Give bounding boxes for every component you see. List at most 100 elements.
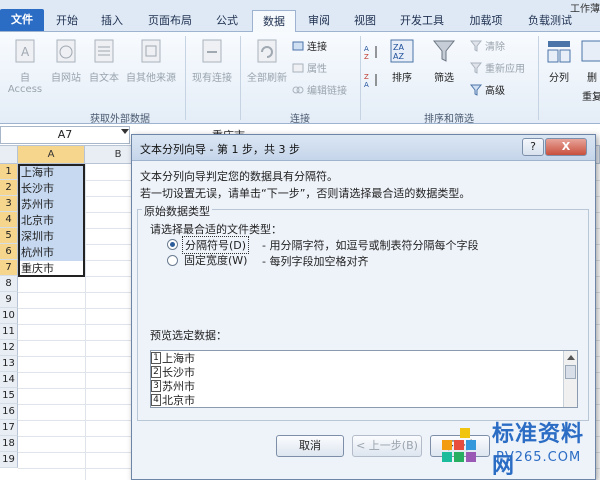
row-header[interactable]: 6	[0, 244, 18, 260]
help-button[interactable]: ?	[522, 138, 544, 156]
tab-home[interactable]: 开始	[52, 10, 82, 32]
advanced-filter-button[interactable]: 高级	[470, 84, 505, 100]
access-icon: A	[15, 39, 35, 63]
row-header[interactable]: 18	[0, 436, 18, 452]
delimited-radio[interactable]	[167, 239, 178, 250]
row-header[interactable]: 3	[0, 196, 18, 212]
cancel-button[interactable]: 取消	[276, 435, 344, 457]
group-separator	[240, 36, 241, 120]
row-header[interactable]: 1	[0, 164, 18, 180]
site-watermark: 标准资料网 PV265.COM	[440, 410, 600, 480]
web-icon	[56, 39, 76, 63]
tab-formulas[interactable]: 公式	[212, 10, 242, 32]
row-header[interactable]: 15	[0, 388, 18, 404]
row-header[interactable]: 14	[0, 372, 18, 388]
preview-row-text: 上海市	[162, 352, 195, 365]
connections-button[interactable]: 连接	[292, 40, 327, 56]
wizard-intro-line: 文本分列向导判定您的数据具有分隔符。	[140, 170, 338, 183]
close-button[interactable]: X	[545, 138, 587, 156]
back-button[interactable]: < 上一步(B)	[352, 435, 422, 457]
tab-developer[interactable]: 开发工具	[396, 10, 448, 32]
row-header[interactable]: 13	[0, 356, 18, 372]
preview-row: 4 北京市	[151, 394, 195, 407]
edit-links-icon	[292, 86, 304, 94]
row-header[interactable]: 17	[0, 420, 18, 436]
row-header[interactable]: 10	[0, 308, 18, 324]
fixed-width-radio[interactable]	[167, 255, 178, 266]
remove-duplicates-icon	[581, 40, 600, 62]
group-separator	[538, 36, 539, 120]
row-header[interactable]: 12	[0, 340, 18, 356]
row-header[interactable]: 19	[0, 452, 18, 468]
preview-row-text: 长沙市	[162, 366, 195, 379]
watermark-url: PV265.COM	[496, 450, 582, 465]
clear-filter-button[interactable]: 清除	[470, 40, 505, 56]
properties-button[interactable]: 属性	[292, 62, 327, 78]
text-to-columns-button[interactable]: 分列	[541, 38, 577, 84]
preview-scrollbar[interactable]	[563, 351, 577, 407]
row-header[interactable]: 7	[0, 260, 18, 276]
select-all-corner[interactable]	[0, 146, 18, 164]
from-access-button[interactable]: A 自 Access	[4, 38, 46, 95]
filter-button[interactable]: 筛选	[426, 38, 462, 84]
connections-icon	[292, 41, 304, 51]
sort-button[interactable]: ZA AZ 排序	[386, 38, 418, 84]
row-header[interactable]: 11	[0, 324, 18, 340]
row-header[interactable]: 9	[0, 292, 18, 308]
tab-data[interactable]: 数据	[252, 10, 296, 33]
fixed-width-label[interactable]: 固定宽度(W)	[184, 252, 247, 268]
text-file-icon	[94, 39, 114, 63]
preview-label: 预览选定数据：	[150, 329, 227, 342]
chevron-down-icon[interactable]	[121, 129, 129, 134]
from-text-button[interactable]: 自文本	[86, 38, 122, 84]
tab-review[interactable]: 审阅	[304, 10, 334, 32]
svg-text:A: A	[21, 45, 30, 59]
watermark-text: 标准资料网	[492, 421, 585, 479]
name-box[interactable]: A7	[0, 126, 130, 144]
tab-page-layout[interactable]: 页面布局	[144, 10, 196, 32]
row-header[interactable]: 5	[0, 228, 18, 244]
sort-descending-button[interactable]: ZA	[364, 72, 383, 88]
preview-row-text: 北京市	[162, 394, 195, 407]
edit-links-button[interactable]: 编辑链接	[292, 84, 347, 100]
cell-a6[interactable]: 杭州市	[19, 245, 84, 261]
from-other-sources-button[interactable]: 自其他来源	[122, 38, 180, 84]
row-header[interactable]: 16	[0, 404, 18, 420]
existing-connections-icon	[202, 39, 222, 63]
other-sources-icon	[141, 39, 161, 63]
row-header[interactable]: 2	[0, 180, 18, 196]
cell-a1[interactable]: 上海市	[19, 165, 84, 181]
scroll-thumb[interactable]	[565, 365, 576, 379]
remove-duplicates-button[interactable]: 删	[580, 38, 600, 84]
preview-row-number: 1	[151, 352, 161, 364]
tab-view[interactable]: 视图	[350, 10, 380, 32]
svg-text:A: A	[364, 45, 369, 53]
sort-ascending-button[interactable]: AZ	[364, 44, 383, 60]
tab-addins[interactable]: 加载项	[464, 10, 508, 32]
svg-text:A: A	[364, 81, 369, 88]
column-header-a[interactable]: A	[18, 146, 85, 164]
group-title: 原始数据类型	[142, 203, 212, 219]
tab-insert[interactable]: 插入	[97, 10, 127, 32]
cell-a4[interactable]: 北京市	[19, 213, 84, 229]
tab-file[interactable]: 文件	[0, 9, 44, 31]
row-header[interactable]: 8	[0, 276, 18, 292]
refresh-icon	[257, 39, 277, 63]
cell-a3[interactable]: 苏州市	[19, 197, 84, 213]
dialog-title: 文本分列向导 - 第 1 步，共 3 步	[140, 143, 300, 156]
dialog-titlebar[interactable]: 文本分列向导 - 第 1 步，共 3 步 ? X	[132, 135, 595, 161]
reapply-filter-button[interactable]: 重新应用	[470, 62, 525, 78]
existing-connections-button[interactable]: 现有连接	[188, 38, 236, 84]
sort-dialog-icon: ZAAZ	[390, 39, 414, 63]
data-preview[interactable]: 1 上海市 2 长沙市 3 苏州市 4 北京市	[150, 350, 578, 408]
refresh-all-button[interactable]: 全部刷新	[243, 38, 291, 84]
sort-az-icon: AZ	[364, 45, 377, 60]
preview-row: 2 长沙市	[151, 366, 195, 379]
scroll-up-icon[interactable]	[567, 355, 575, 360]
from-web-button[interactable]: 自网站	[46, 38, 86, 84]
row-header[interactable]: 4	[0, 212, 18, 228]
preview-row-number: 2	[151, 366, 161, 378]
cell-a5[interactable]: 深圳市	[19, 229, 84, 245]
cell-a7[interactable]: 重庆市	[19, 261, 84, 277]
cell-a2[interactable]: 长沙市	[19, 181, 84, 197]
